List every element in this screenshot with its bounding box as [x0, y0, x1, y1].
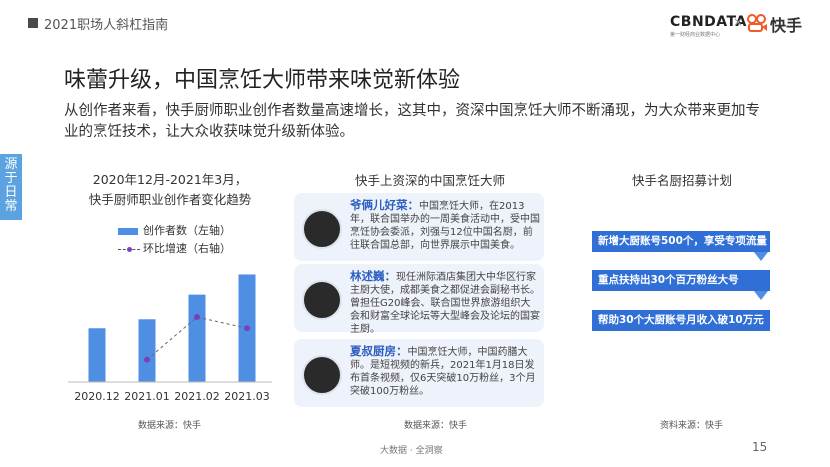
master-card-text: 夏叔厨房：中国烹饪大师，中国药膳大师。是短视频的新兵，2021年1月18日发布首…: [350, 345, 540, 398]
master-avatar: [302, 355, 342, 395]
master-name: 林述巍：: [350, 269, 396, 283]
growth-rate-point: [194, 314, 200, 321]
master-card: 夏叔厨房：中国烹饪大师，中国药膳大师。是短视频的新兵，2021年1月18日发布首…: [294, 339, 544, 407]
lead-paragraph: 从创作者来看，快手厨师职业创作者数量高速增长，这其中，资深中国烹饪大师不断涌现，…: [64, 103, 760, 140]
master-avatar: [302, 209, 342, 249]
kuaishou-logo-text: 快手: [770, 16, 803, 35]
cbndata-logo-subtitle: 第一财经商业数据中心: [670, 32, 721, 38]
down-arrow-icon: [754, 291, 768, 300]
master-card: 林述巍：现任洲际酒店集团大中华区行家主厨大使，成都美食之都促进会副秘书长。曾担任…: [294, 264, 544, 335]
legend-bar-swatch: [118, 227, 138, 235]
page-title: 味蕾升级，中国烹饪大师带来味觉新体验: [64, 68, 461, 93]
master-name: 爷俩儿好菜：: [350, 198, 419, 212]
x-tick-label: 2021.03: [224, 390, 270, 403]
legend-bar-label: 创作者数（左轴）: [143, 224, 231, 237]
chart-bar: [188, 294, 206, 382]
legend-item-bar: 创作者数（左轴）: [118, 222, 231, 240]
master-card: 爷俩儿好菜：中国烹饪大师，在2013年，联合国举办的一周美食活动中，受中国烹饪协…: [294, 193, 544, 261]
x-tick-label: 2021.02: [174, 390, 220, 403]
creator-trend-chart: 2020.12 2021.01 2021.02 2021.03: [68, 274, 272, 403]
section-title: 2021职场人斜杠指南: [44, 18, 169, 33]
header-marker: [28, 18, 38, 28]
masters-source: 数据来源：快手: [404, 421, 468, 431]
master-card-text: 林述巍：现任洲际酒店集团大中华区行家主厨大使，成都美食之都促进会副秘书长。曾担任…: [350, 270, 540, 336]
master-avatar: [302, 280, 342, 320]
chart-bar: [88, 328, 106, 382]
recruit-plan-title: 快手名厨招募计划: [631, 173, 732, 188]
chart-title: 2020年12月-2021年3月， 快手厨师职业创作者变化趋势: [60, 170, 280, 210]
logo-separator: ×: [733, 15, 744, 29]
masters-title: 快手上资深的中国烹饪大师: [354, 173, 505, 188]
chart-title-line2: 快手厨师职业创作者变化趋势: [88, 192, 252, 207]
recruit-plan-item: 重点扶持出30个百万粉丝大号: [592, 270, 770, 291]
side-tab-label: 源于日常: [0, 154, 22, 220]
x-tick-label: 2020.12: [74, 390, 120, 403]
recruit-plan-item: 帮助30个大厨账号月收入破10万元: [592, 310, 770, 331]
recruit-source: 资料来源：快手: [660, 421, 724, 431]
chart-title-line1: 2020年12月-2021年3月，: [92, 172, 248, 187]
x-tick-label: 2021.01: [124, 390, 170, 403]
recruit-plan-item: 新增大厨账号500个，享受专项流量扶持: [592, 231, 770, 268]
growth-rate-point: [244, 325, 250, 332]
down-arrow-icon: [754, 252, 768, 261]
footer-brand: 大数据 · 全洞察: [380, 446, 443, 456]
chart-source: 数据来源：快手: [138, 421, 202, 431]
growth-rate-point: [144, 356, 150, 363]
page-number: 15: [752, 440, 768, 454]
master-name: 夏叔厨房：: [350, 344, 408, 358]
master-card-text: 爷俩儿好菜：中国烹饪大师，在2013年，联合国举办的一周美食活动中，受中国烹饪协…: [350, 199, 540, 252]
chart-bar: [138, 319, 156, 382]
kuaishou-logo-icon: [747, 14, 767, 32]
